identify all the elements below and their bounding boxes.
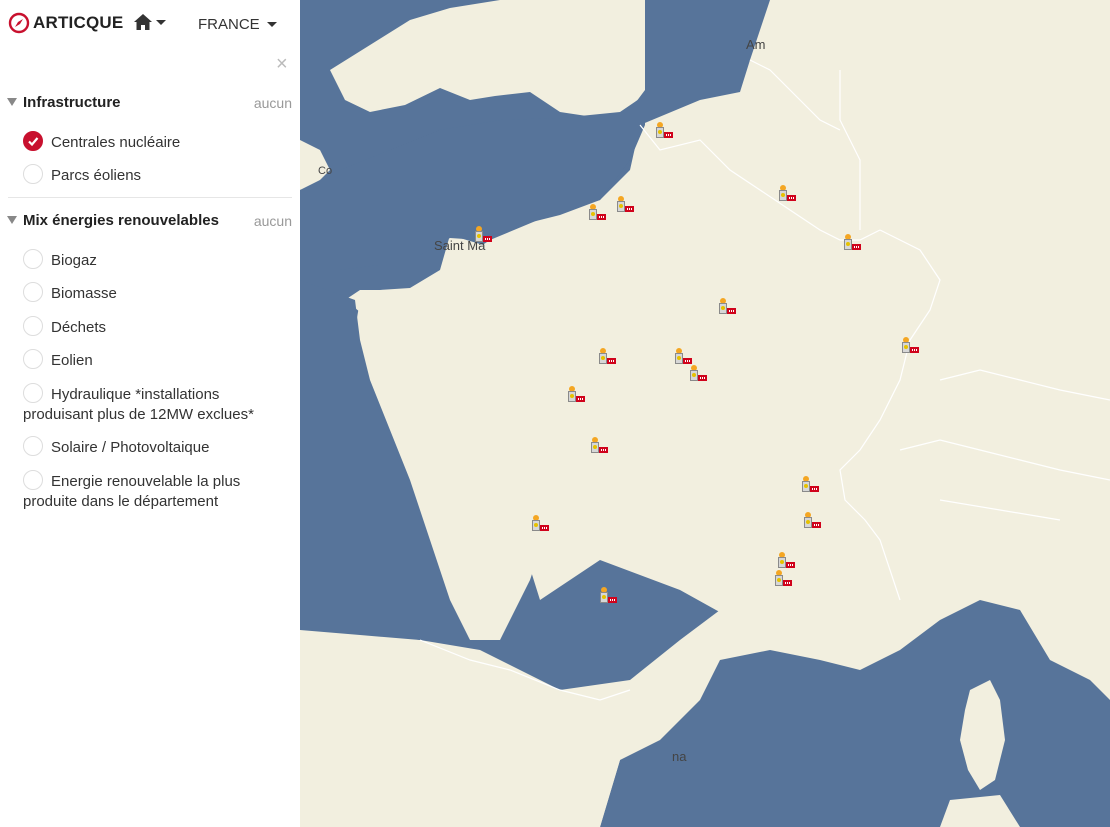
section-mix-renouvelables: Mix énergies renouvelables aucun xyxy=(0,210,300,232)
unchecked-radio-icon[interactable] xyxy=(23,470,43,491)
unchecked-radio-icon[interactable] xyxy=(23,164,43,185)
brand-logo[interactable]: ARTICQUE xyxy=(8,12,123,34)
option-label: Déchets xyxy=(51,319,107,336)
unchecked-radio-icon[interactable] xyxy=(23,316,43,337)
option-label: Centrales nucléaire xyxy=(51,134,181,151)
chevron-down-icon xyxy=(156,19,166,25)
option-centrales-nucleaire[interactable]: Centrales nucléaire xyxy=(23,131,293,153)
brand-name: ARTICQUE xyxy=(33,13,124,32)
option-label: Biogaz xyxy=(51,252,97,269)
home-menu-button[interactable] xyxy=(134,14,166,30)
compass-logo-icon xyxy=(8,12,30,34)
unchecked-radio-icon[interactable] xyxy=(23,349,43,370)
collapse-triangle-icon[interactable] xyxy=(7,98,17,106)
close-icon[interactable]: × xyxy=(276,54,288,74)
option-label: Parcs éoliens xyxy=(51,167,142,184)
checked-icon[interactable] xyxy=(23,131,43,152)
section-infrastructure: Infrastructure aucun xyxy=(0,92,300,114)
option-dechets[interactable]: Déchets xyxy=(23,316,293,338)
clear-selection-link[interactable]: aucun xyxy=(254,213,292,229)
top-bar: ARTICQUE FRANCE xyxy=(0,0,300,48)
sidebar: ARTICQUE FRANCE × Infrastructure aucun C… xyxy=(0,0,300,827)
option-biomasse[interactable]: Biomasse xyxy=(23,282,293,304)
chevron-down-icon xyxy=(266,22,277,27)
option-biogaz[interactable]: Biogaz xyxy=(23,249,293,271)
option-solaire[interactable]: Solaire / Photovoltaique xyxy=(23,436,293,458)
option-label: Energie renouvelable la plus produite da… xyxy=(23,473,241,511)
option-label: Biomasse xyxy=(51,285,117,302)
place-label: Co xyxy=(318,165,332,177)
section-header[interactable]: Infrastructure aucun xyxy=(0,92,300,114)
option-label: Solaire / Photovoltaique xyxy=(51,439,210,456)
option-label: Hydraulique *installations produisant pl… xyxy=(23,386,254,424)
home-icon xyxy=(134,14,152,30)
clear-selection-link[interactable]: aucun xyxy=(254,95,292,111)
place-label: na xyxy=(672,749,687,764)
divider xyxy=(8,197,292,198)
map-view[interactable]: Am Co Saint Ma na xyxy=(300,0,1110,827)
unchecked-radio-icon[interactable] xyxy=(23,249,43,270)
map-canvas[interactable]: Am Co Saint Ma na xyxy=(300,0,1110,827)
unchecked-radio-icon[interactable] xyxy=(23,282,43,303)
option-label: Eolien xyxy=(51,352,93,369)
option-hydraulique[interactable]: Hydraulique *installations produisant pl… xyxy=(23,383,293,425)
region-label: FRANCE xyxy=(198,16,260,33)
section-header[interactable]: Mix énergies renouvelables aucun xyxy=(0,210,300,232)
option-eolien[interactable]: Eolien xyxy=(23,349,293,371)
option-parcs-eoliens[interactable]: Parcs éoliens xyxy=(23,164,293,186)
section-title: Infrastructure xyxy=(23,94,121,111)
option-energie-plus-produite[interactable]: Energie renouvelable la plus produite da… xyxy=(23,470,293,512)
region-select[interactable]: FRANCE xyxy=(198,16,277,33)
unchecked-radio-icon[interactable] xyxy=(23,436,43,457)
unchecked-radio-icon[interactable] xyxy=(23,383,43,404)
place-label: Am xyxy=(746,37,766,52)
collapse-triangle-icon[interactable] xyxy=(7,216,17,224)
section-title: Mix énergies renouvelables xyxy=(23,212,219,229)
